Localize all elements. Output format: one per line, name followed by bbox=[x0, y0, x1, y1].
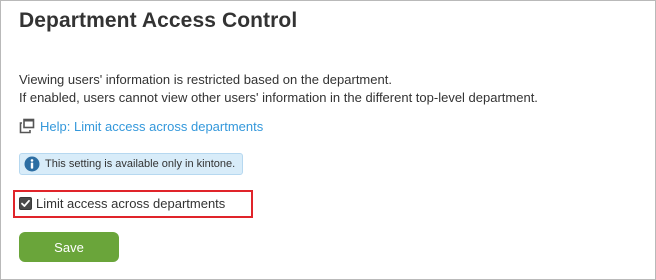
help-link-label[interactable]: Help: Limit access across departments bbox=[40, 119, 263, 134]
page-title: Department Access Control bbox=[19, 9, 298, 32]
external-window-icon bbox=[19, 118, 35, 134]
save-button[interactable]: Save bbox=[19, 232, 119, 262]
description-line-2: If enabled, users cannot view other user… bbox=[19, 90, 538, 105]
kintone-notice: This setting is available only in kinton… bbox=[19, 153, 244, 175]
description: Viewing users' information is restricted… bbox=[19, 71, 538, 107]
limit-access-setting[interactable]: Limit access across departments bbox=[19, 196, 225, 211]
info-icon bbox=[24, 156, 40, 172]
description-line-1: Viewing users' information is restricted… bbox=[19, 72, 392, 87]
settings-panel: Department Access Control Viewing users'… bbox=[0, 0, 656, 280]
limit-access-label[interactable]: Limit access across departments bbox=[36, 196, 225, 211]
limit-access-checkbox[interactable] bbox=[19, 197, 32, 210]
help-link[interactable]: Help: Limit access across departments bbox=[19, 118, 263, 134]
checkmark-icon bbox=[21, 199, 30, 207]
notice-text: This setting is available only in kinton… bbox=[45, 158, 236, 170]
